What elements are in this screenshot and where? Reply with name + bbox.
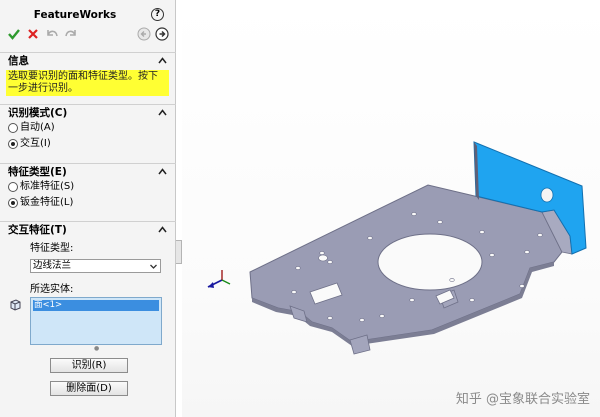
next-arrow-icon[interactable]: [155, 27, 169, 41]
collapse-icon[interactable]: [158, 108, 167, 117]
info-heading-label: 信息: [8, 55, 29, 67]
radio-button-selected[interactable]: [8, 139, 18, 149]
feature-type-value: 边线法兰: [33, 260, 72, 271]
help-icon[interactable]: ?: [151, 8, 164, 21]
feature-type-select[interactable]: 边线法兰: [30, 259, 161, 273]
mode-heading-label: 识别模式(C): [8, 107, 68, 119]
info-heading[interactable]: 信息: [0, 52, 176, 68]
circular-cutout: [377, 233, 483, 291]
radio-button[interactable]: [8, 182, 18, 192]
collapse-icon[interactable]: [158, 225, 167, 234]
interactive-section: 交互特征(T): [0, 221, 176, 237]
cancel-x-icon[interactable]: [26, 27, 40, 41]
selected-entities-label: 所选实体:: [30, 284, 74, 295]
feature-sheetmetal-radio[interactable]: 钣金特征(L): [0, 195, 176, 211]
feature-type-section: 特征类型(E) 标准特征(S) 钣金特征(L): [0, 163, 176, 211]
feature-type-heading-label: 特征类型(E): [8, 166, 67, 178]
selected-entities-list[interactable]: 面<1>: [30, 297, 162, 345]
mode-interactive-radio[interactable]: 交互(I): [0, 136, 176, 152]
recognize-button[interactable]: 识别(R): [50, 358, 128, 373]
feature-standard-label: 标准特征(S): [20, 181, 75, 192]
sheet-metal-model[interactable]: [182, 0, 600, 417]
flange-hole: [540, 187, 554, 203]
collapse-icon[interactable]: [158, 56, 167, 65]
mode-interactive-label: 交互(I): [20, 138, 51, 149]
feature-type-label: 特征类型:: [30, 243, 74, 254]
info-section: 信息 选取要识别的面和特征类型。按下一步进行识别。: [0, 52, 176, 96]
feature-type-heading[interactable]: 特征类型(E): [0, 163, 176, 179]
radio-button-selected[interactable]: [8, 198, 18, 208]
collapse-icon[interactable]: [158, 167, 167, 176]
delete-face-button[interactable]: 删除面(D): [50, 381, 128, 396]
interactive-heading-label: 交互特征(T): [8, 224, 67, 236]
radio-button[interactable]: [8, 123, 18, 133]
ok-check-icon[interactable]: [7, 27, 21, 41]
mode-auto-label: 自动(A): [20, 122, 55, 133]
info-message: 选取要识别的面和特征类型。按下一步进行识别。: [6, 70, 169, 96]
panel-header: FeatureWorks ?: [0, 0, 175, 50]
redo-icon[interactable]: [64, 27, 78, 41]
property-manager: FeatureWorks ? 信息 选取要识别的面和特征类型。按下一步进行识别。: [0, 0, 176, 417]
back-arrow-icon[interactable]: [137, 27, 151, 41]
watermark: 知乎 @宝象联合实验室: [455, 392, 590, 407]
panel-title: FeatureWorks: [33, 9, 117, 21]
coordinate-triad: [207, 270, 231, 288]
mode-heading[interactable]: 识别模式(C): [0, 104, 176, 120]
graphics-area[interactable]: 知乎 @宝象联合实验室: [182, 0, 600, 417]
feature-standard-radio[interactable]: 标准特征(S): [0, 179, 176, 195]
resize-grip[interactable]: ●: [94, 345, 99, 352]
face-selection-icon: [8, 298, 22, 312]
feature-sheetmetal-label: 钣金特征(L): [20, 197, 74, 208]
mode-section: 识别模式(C) 自动(A) 交互(I): [0, 104, 176, 152]
undo-icon[interactable]: [45, 27, 59, 41]
interactive-heading[interactable]: 交互特征(T): [0, 221, 176, 237]
chevron-down-icon[interactable]: [149, 262, 158, 271]
list-item[interactable]: 面<1>: [33, 300, 159, 311]
mode-auto-radio[interactable]: 自动(A): [0, 120, 176, 136]
